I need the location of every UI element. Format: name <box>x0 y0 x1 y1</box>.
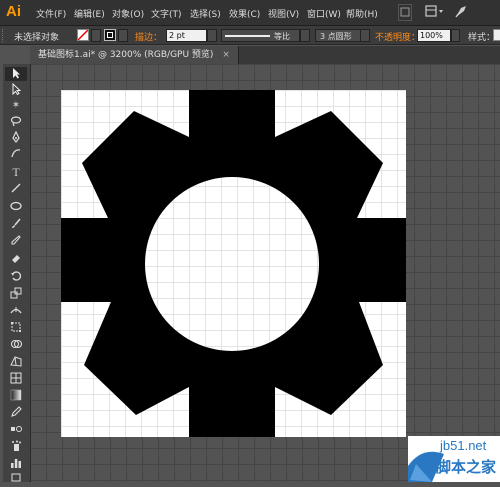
gradient-tool-icon[interactable] <box>5 389 27 403</box>
fill-color-swatch[interactable] <box>77 29 89 41</box>
gear-shape[interactable] <box>61 90 406 437</box>
stroke-dropdown[interactable] <box>118 29 128 42</box>
rotate-tool-icon[interactable] <box>5 270 27 284</box>
bridge-icon[interactable] <box>398 4 412 21</box>
ellipse-tool-icon[interactable] <box>5 200 27 214</box>
opacity-label[interactable]: 不透明度： <box>375 30 420 43</box>
document-tab-title: 基础图标1.ai* @ 3200% (RGB/GPU 预览) <box>38 50 214 60</box>
menu-bar: Ai 文件(F) 编辑(E) 对象(O) 文字(T) 选择(S) 效果(C) 视… <box>0 0 500 26</box>
eyedropper-tool-icon[interactable] <box>5 406 27 420</box>
variable-width-profile[interactable]: 等比 <box>221 29 300 42</box>
arrange-documents-icon[interactable] <box>424 4 446 21</box>
workspace-icon[interactable] <box>453 4 469 21</box>
watermark: jb51.net 脚本之家 <box>408 436 500 482</box>
artboard-tool-icon[interactable] <box>5 472 27 486</box>
scale-tool-icon[interactable] <box>5 287 27 301</box>
style-label: 样式： <box>468 33 496 43</box>
curvature-tool-icon[interactable] <box>5 147 27 161</box>
column-graph-tool-icon[interactable] <box>5 457 27 471</box>
stroke-weight-dropdown[interactable] <box>207 29 217 42</box>
selection-status: 未选择对象 <box>14 33 60 43</box>
menu-effect[interactable]: 效果(C) <box>229 7 260 20</box>
line-tool-icon[interactable] <box>5 182 27 196</box>
menu-edit[interactable]: 编辑(E) <box>74 7 105 20</box>
type-tool-icon[interactable]: T <box>5 165 27 179</box>
menu-view[interactable]: 视图(V) <box>268 7 299 20</box>
tools-panel: ✶ T <box>3 64 31 482</box>
control-bar: 未选择对象 描边： 2 pt 等比 3 点圆形 不透明度： 100% 样式： <box>0 26 500 45</box>
free-transform-tool-icon[interactable] <box>5 321 27 335</box>
brush-label: 3 点圆形 <box>320 32 352 41</box>
selection-tool-icon[interactable] <box>5 67 27 81</box>
pen-tool-icon[interactable] <box>5 130 27 145</box>
mesh-tool-icon[interactable] <box>5 372 27 386</box>
stroke-label[interactable]: 描边： <box>135 30 162 43</box>
app-logo: Ai <box>6 3 21 20</box>
opacity-field[interactable]: 100% <box>417 29 451 42</box>
menu-object[interactable]: 对象(O) <box>112 7 144 20</box>
profile-dropdown[interactable] <box>300 29 310 42</box>
pencil-tool-icon[interactable] <box>5 234 27 248</box>
eraser-tool-icon[interactable] <box>5 252 27 266</box>
perspective-grid-tool-icon[interactable] <box>5 355 27 369</box>
fill-dropdown[interactable] <box>91 29 101 42</box>
menu-type[interactable]: 文字(T) <box>151 7 182 20</box>
menu-file[interactable]: 文件(F) <box>36 7 66 20</box>
stroke-weight-field[interactable]: 2 pt <box>166 29 207 42</box>
grip-icon <box>2 29 6 42</box>
lasso-tool-icon[interactable] <box>5 115 27 129</box>
shape-builder-tool-icon[interactable] <box>5 338 27 352</box>
stroke-color-swatch[interactable] <box>104 29 116 41</box>
paintbrush-tool-icon[interactable] <box>5 217 27 231</box>
magic-wand-tool-icon[interactable]: ✶ <box>5 99 27 113</box>
close-icon[interactable]: × <box>222 50 230 60</box>
menu-window[interactable]: 窗口(W) <box>307 7 341 20</box>
width-tool-icon[interactable] <box>5 304 27 318</box>
direct-selection-tool-icon[interactable] <box>5 82 27 97</box>
watermark-name: 脚本之家 <box>436 458 497 476</box>
opacity-dropdown[interactable] <box>451 29 460 42</box>
profile-label: 等比 <box>274 32 290 41</box>
brush-dropdown[interactable] <box>360 29 370 42</box>
menu-help[interactable]: 帮助(H) <box>346 7 378 20</box>
document-tab-bar: 基础图标1.ai* @ 3200% (RGB/GPU 预览) × <box>30 46 500 64</box>
document-tab[interactable]: 基础图标1.ai* @ 3200% (RGB/GPU 预览) × <box>30 46 239 64</box>
graphic-style-swatch[interactable] <box>493 29 500 41</box>
menu-select[interactable]: 选择(S) <box>190 7 221 20</box>
symbol-sprayer-tool-icon[interactable] <box>5 440 27 454</box>
watermark-site: jb51.net <box>440 438 487 453</box>
blend-tool-icon[interactable] <box>5 423 27 437</box>
